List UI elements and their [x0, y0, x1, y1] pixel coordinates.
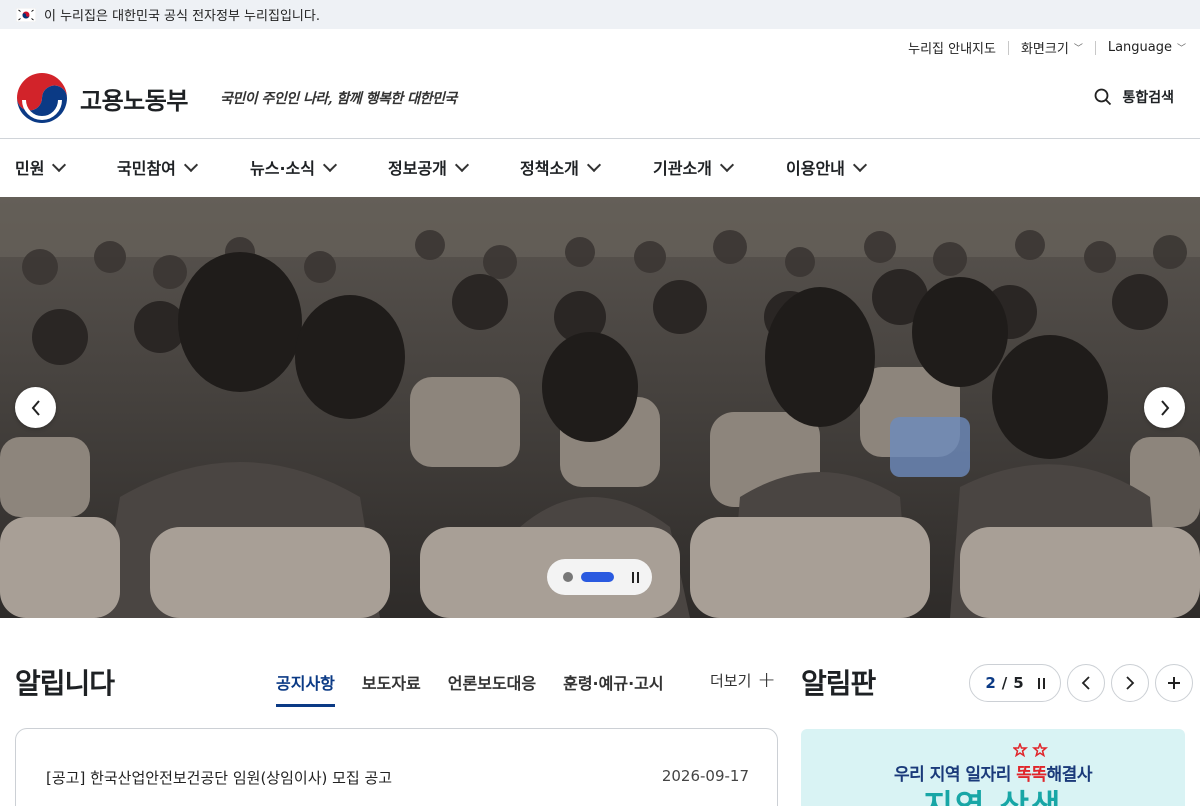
more-button[interactable]: 더보기 +	[710, 667, 776, 693]
total-pages: 5	[1013, 674, 1024, 692]
utility-bar: 누리집 안내지도 화면크기 ﹀ Language ﹀	[908, 38, 1186, 57]
pause-icon[interactable]	[632, 571, 639, 583]
slogan: 국민이 주인인 나라, 함께 행복한 대한민국	[220, 91, 457, 107]
more-label: 더보기	[710, 672, 752, 690]
notices-title: 알립니다	[15, 667, 115, 700]
main-navigation: 민원 국민참여 뉴스·소식 정보공개 정책소개 기관소개 이용안내	[0, 139, 1200, 197]
font-size-button[interactable]: 화면크기 ﹀	[1021, 38, 1083, 57]
hero-prev-button[interactable]	[15, 387, 56, 428]
integrated-search-button[interactable]: 통합검색	[1094, 87, 1174, 107]
gnb-item-organization[interactable]: 기관소개	[653, 155, 734, 179]
pause-icon[interactable]	[1037, 677, 1045, 689]
korean-flag-icon	[16, 7, 36, 22]
plus-icon	[1168, 677, 1180, 689]
audience-photo	[0, 197, 1200, 618]
tab-notices[interactable]: 공지사항	[276, 670, 335, 707]
chevron-down-icon	[183, 157, 198, 172]
font-size-label: 화면크기	[1020, 42, 1069, 57]
banner-big-text: 지역 상생	[923, 787, 1063, 806]
gnb-label: 국민참여	[117, 159, 176, 178]
page-separator: /	[1001, 674, 1008, 692]
hero-controls	[547, 559, 652, 595]
chevron-left-icon	[31, 399, 40, 416]
divider	[1094, 40, 1096, 55]
slide-indicator-2[interactable]	[581, 572, 614, 582]
gnb-label: 정책소개	[520, 159, 579, 178]
hero-slider	[0, 197, 1200, 618]
gnb-item-news[interactable]: 뉴스·소식	[250, 155, 338, 179]
board-banner[interactable]: 우리 지역 일자리 똑똑해결사 지역 상생	[801, 729, 1185, 806]
chevron-down-icon	[52, 157, 67, 172]
chevron-down-icon: ﹀	[1176, 44, 1186, 54]
tab-press-releases[interactable]: 보도자료	[362, 670, 421, 707]
chevron-down-icon: ﹀	[1073, 44, 1083, 54]
board-prev-button[interactable]	[1067, 664, 1105, 702]
notice-date: 2026-09-17	[661, 767, 749, 785]
star-icon	[1013, 743, 1049, 757]
tab-media-response[interactable]: 언론보도대응	[448, 670, 536, 707]
chevron-down-icon	[322, 157, 338, 172]
gov-banner-text: 이 누리집은 대한민국 공식 전자정부 누리집입니다.	[44, 9, 320, 24]
chevron-right-icon	[1126, 676, 1135, 690]
gnb-label: 기관소개	[653, 159, 712, 178]
chevron-down-icon	[719, 157, 734, 172]
board-next-button[interactable]	[1111, 664, 1149, 702]
chevron-right-icon	[1160, 399, 1169, 416]
ministry-logo[interactable]: 고용노동부	[14, 70, 188, 126]
divider	[1007, 40, 1009, 55]
chevron-left-icon	[1081, 676, 1090, 690]
list-item[interactable]: [공고] 한국산업안전보건공단 임원(상임이사) 모집 공고 2026-09-1…	[46, 767, 749, 788]
chevron-down-icon	[454, 157, 469, 172]
notice-title: [공고] 한국산업안전보건공단 임원(상임이사) 모집 공고	[46, 769, 393, 787]
gnb-label: 뉴스·소식	[250, 159, 315, 178]
hero-next-button[interactable]	[1144, 387, 1185, 428]
gnb-item-disclosure[interactable]: 정보공개	[388, 155, 469, 179]
sitemap-label: 누리집 안내지도	[908, 42, 996, 57]
gnb-label: 이용안내	[786, 159, 845, 178]
notice-list: [공고] 한국산업안전보건공단 임원(상임이사) 모집 공고 2026-09-1…	[15, 728, 778, 806]
gnb-item-civil-service[interactable]: 민원	[15, 155, 67, 179]
language-label: Language	[1107, 40, 1172, 55]
board-add-button[interactable]	[1155, 664, 1193, 702]
sitemap-link[interactable]: 누리집 안내지도	[908, 38, 996, 57]
notice-tabs: 공지사항 보도자료 언론보도대응 훈령·예규·고시	[276, 670, 691, 707]
gnb-item-usage-guide[interactable]: 이용안내	[786, 155, 867, 179]
board-pager: 2 / 5	[969, 664, 1061, 702]
search-icon	[1095, 88, 1112, 106]
search-label: 통합검색	[1122, 90, 1174, 106]
board-title: 알림판	[801, 667, 876, 700]
chevron-down-icon	[852, 157, 867, 172]
gnb-item-participation[interactable]: 국민참여	[117, 155, 198, 179]
taegeuk-emblem-icon	[15, 71, 69, 125]
gnb-label: 민원	[15, 159, 45, 178]
chevron-down-icon	[586, 157, 601, 172]
gnb-label: 정보공개	[388, 159, 447, 178]
plus-icon: +	[757, 667, 776, 693]
current-page: 2	[985, 674, 996, 692]
header: 고용노동부 국민이 주인인 나라, 함께 행복한 대한민국 통합검색	[0, 62, 1200, 138]
gnb-item-policy[interactable]: 정책소개	[520, 155, 601, 179]
gov-banner: 이 누리집은 대한민국 공식 전자정부 누리집입니다.	[0, 0, 1200, 29]
slide-indicator-1[interactable]	[563, 572, 573, 582]
board-controls: 2 / 5	[969, 664, 1193, 702]
language-button[interactable]: Language ﹀	[1108, 40, 1186, 55]
ministry-name: 고용노동부	[80, 86, 188, 115]
tab-regulations[interactable]: 훈령·예규·고시	[563, 670, 663, 707]
